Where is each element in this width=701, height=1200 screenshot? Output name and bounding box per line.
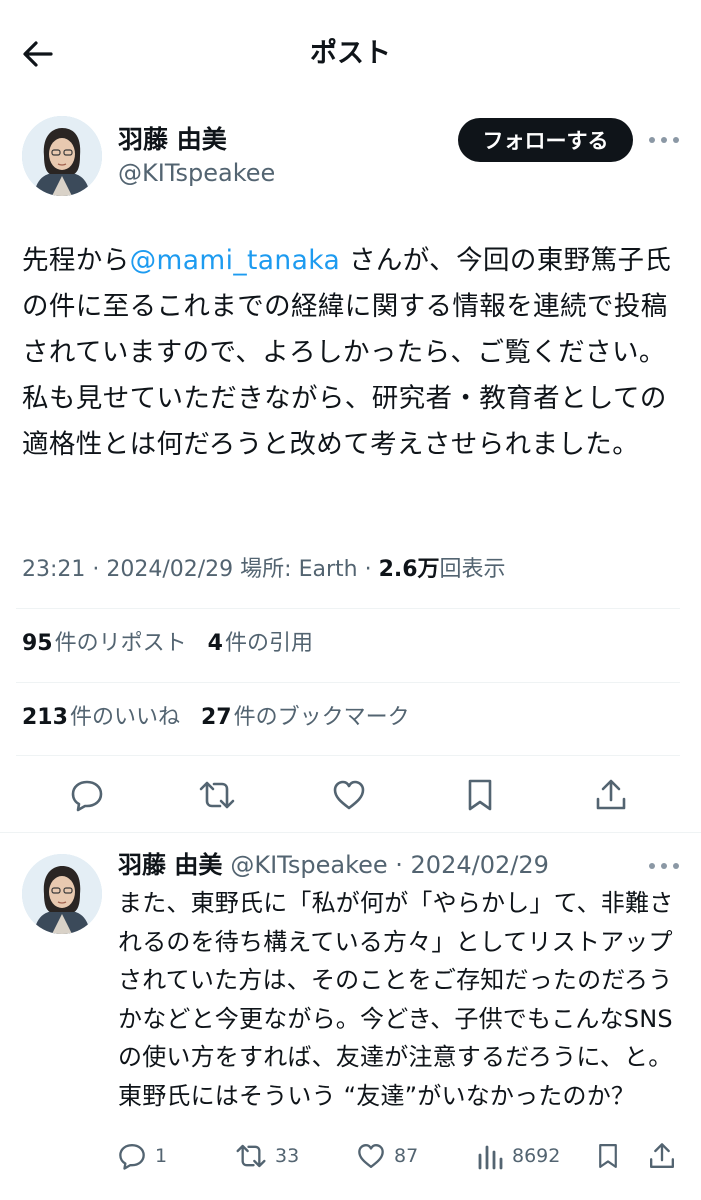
reply-repost-action[interactable]: 33 (235, 1136, 299, 1176)
reply-replies-count: 1 (155, 1145, 168, 1167)
reply-views-action[interactable]: 8692 (476, 1136, 560, 1176)
post-text-rest: さんが、今回の東野篤子氏の件に至るこれまでの経緯に関する情報を連続で投稿されてい… (22, 245, 672, 460)
more-icon[interactable] (649, 856, 679, 876)
reply-action-bar: 1 33 87 8692 (0, 1136, 701, 1176)
repost-icon[interactable] (197, 775, 237, 815)
reply-reply-action[interactable]: 1 (117, 1136, 167, 1176)
follow-button[interactable]: フォローする (458, 118, 633, 162)
reply-header: 羽藤 由美 @KITspeakee · 2024/02/29 (118, 848, 549, 882)
views-label: 回表示 (439, 557, 506, 582)
likes-stat[interactable]: 213件のいいね (22, 702, 180, 734)
author-avatar[interactable] (22, 116, 102, 196)
views-count: 2.6万 (378, 557, 440, 582)
bookmark-icon[interactable] (460, 775, 500, 815)
reply-likes-count: 87 (394, 1145, 419, 1167)
post-timestamp-location: 23:21 · 2024/02/29 場所: Earth · (22, 557, 379, 582)
reply-like-action[interactable]: 87 (356, 1136, 418, 1176)
reply-views-count: 8692 (512, 1145, 561, 1167)
stats-row-reposts: 95件のリポスト 4件の引用 (22, 628, 327, 660)
divider (16, 608, 680, 609)
reposts-label: 件のリポスト (54, 631, 187, 656)
post-text-start: 先程から (22, 245, 130, 276)
top-bar: ポスト (0, 0, 701, 108)
stats-row-likes: 213件のいいね 27件のブックマーク (22, 702, 424, 734)
bookmarks-label: 件のブックマーク (233, 705, 410, 730)
post-action-bar (0, 770, 701, 822)
quotes-stat[interactable]: 4件の引用 (208, 628, 313, 660)
page-title: ポスト (310, 38, 391, 69)
divider (0, 832, 701, 833)
bookmarks-stat[interactable]: 27件のブックマーク (201, 702, 410, 734)
reply-author-name[interactable]: 羽藤 由美 (118, 851, 222, 879)
post-text: 先程から@mami_tanaka さんが、今回の東野篤子氏の件に至るこれまでの経… (22, 238, 690, 468)
quotes-label: 件の引用 (224, 631, 313, 656)
share-icon[interactable] (647, 1136, 677, 1176)
author-handle[interactable]: @KITspeakee (118, 158, 275, 188)
share-icon[interactable] (591, 775, 631, 815)
post-meta: 23:21 · 2024/02/29 場所: Earth · 2.6万回表示 (22, 554, 506, 586)
reply-reposts-count: 33 (275, 1145, 300, 1167)
reply-author-avatar[interactable] (22, 854, 102, 934)
bookmark-icon[interactable] (594, 1136, 622, 1176)
reply-handle-date[interactable]: @KITspeakee · 2024/02/29 (230, 851, 549, 879)
reply-icon[interactable] (67, 775, 107, 815)
divider (16, 755, 680, 756)
likes-count: 213 (22, 705, 68, 730)
mention-link[interactable]: @mami_tanaka (130, 245, 341, 276)
reply-text: また、東野氏に「私が何が「やらかし」て、非難されるのを待ち構えている方々」として… (118, 889, 674, 1110)
like-icon (358, 1144, 384, 1168)
quotes-count: 4 (207, 631, 223, 656)
divider (16, 682, 680, 683)
bookmarks-count: 27 (200, 705, 232, 730)
reply-icon (119, 1144, 145, 1170)
repost-icon (236, 1144, 266, 1168)
more-icon[interactable] (649, 130, 679, 150)
author-name[interactable]: 羽藤 由美 (118, 124, 227, 156)
views-icon (478, 1145, 503, 1170)
likes-label: 件のいいね (69, 705, 180, 730)
reposts-stat[interactable]: 95件のリポスト (22, 628, 187, 660)
like-icon[interactable] (329, 775, 369, 815)
reposts-count: 95 (22, 631, 53, 656)
